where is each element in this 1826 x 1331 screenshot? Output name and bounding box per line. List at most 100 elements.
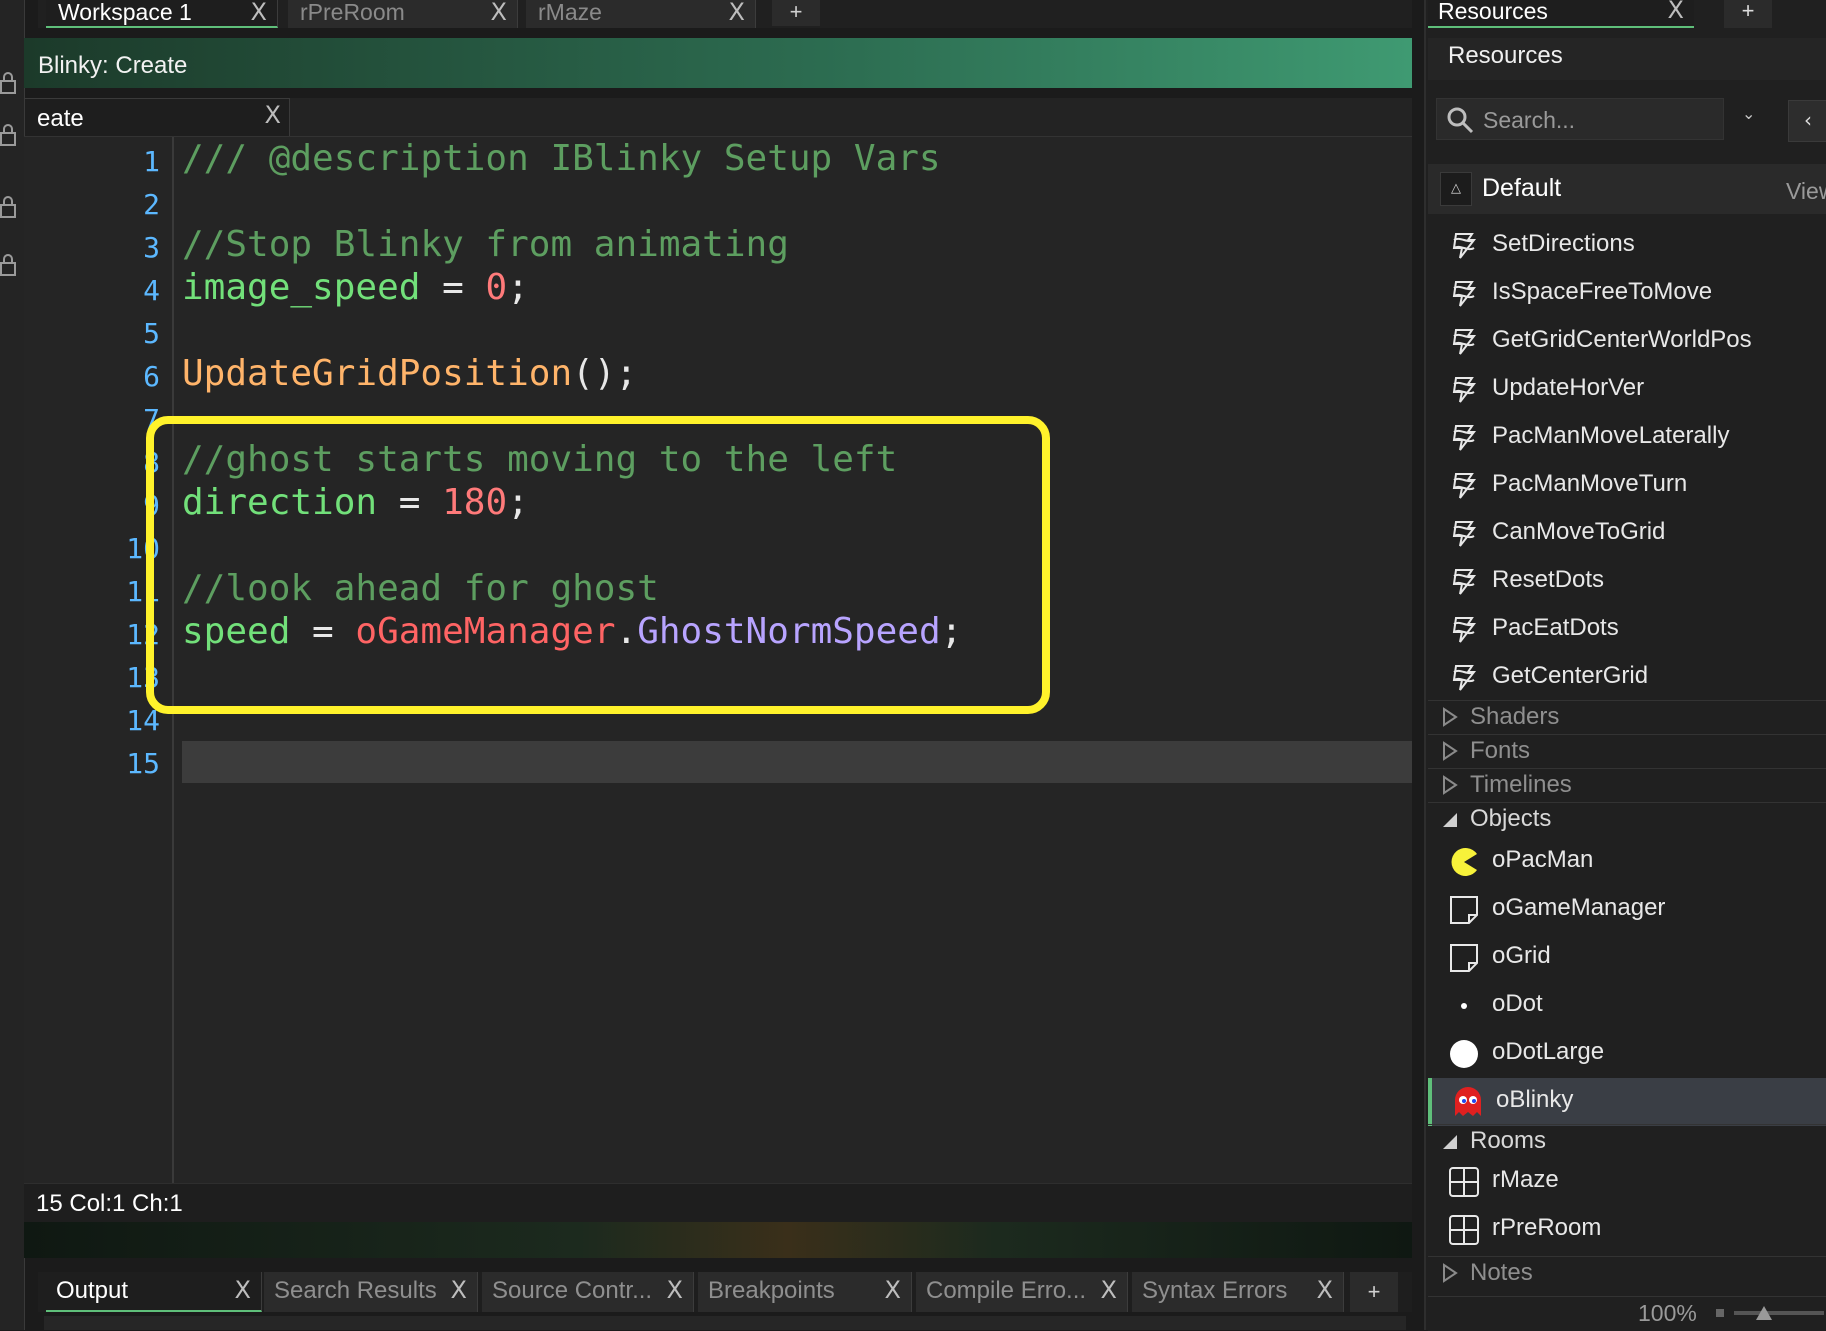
- close-icon[interactable]: X: [235, 1278, 251, 1302]
- resource-name: rPreRoom: [1492, 1214, 1602, 1241]
- resource-folder[interactable]: Notes: [1428, 1256, 1826, 1290]
- code-function: UpdateGridPosition: [182, 353, 573, 394]
- tab-label: Compile Erro...: [926, 1277, 1087, 1304]
- close-icon[interactable]: X: [729, 0, 745, 24]
- room-icon: [1448, 1166, 1480, 1198]
- annotation-highlight-box: [146, 416, 1050, 714]
- folder-name: Fonts: [1470, 737, 1531, 764]
- resource-name: GetGridCenterWorldPos: [1492, 326, 1752, 353]
- line-number: 2: [143, 188, 160, 221]
- close-icon[interactable]: X: [251, 0, 267, 24]
- tab-search-results[interactable]: Search Results X: [264, 1272, 478, 1312]
- tab-resources[interactable]: Resources X: [1428, 0, 1694, 28]
- resource-item[interactable]: GetGridCenterWorldPos: [1428, 318, 1826, 366]
- resource-folder[interactable]: Objects: [1428, 802, 1826, 836]
- resource-item[interactable]: oGrid: [1428, 934, 1826, 982]
- resource-item[interactable]: GetCenterGrid: [1428, 654, 1826, 702]
- resource-name: GetCenterGrid: [1492, 662, 1649, 689]
- resource-name: IsSpaceFreeToMove: [1492, 278, 1713, 305]
- collapse-panel-button[interactable]: ‹: [1788, 100, 1826, 142]
- resource-item[interactable]: ResetDots: [1428, 558, 1826, 606]
- object-editor-title-bar[interactable]: Blinky: Create: [24, 38, 1412, 88]
- close-icon[interactable]: X: [1317, 1278, 1333, 1302]
- tab-create-event[interactable]: eate X: [24, 98, 290, 136]
- panel-splitter[interactable]: [24, 1222, 1412, 1258]
- chevron-down-icon[interactable]: ⌄: [1742, 104, 1762, 134]
- tab-source-control[interactable]: Source Contr... X: [482, 1272, 694, 1312]
- line-number: 15: [126, 747, 160, 780]
- group-options-icon[interactable]: △: [1440, 172, 1472, 206]
- tab-compile-errors[interactable]: Compile Erro... X: [916, 1272, 1128, 1312]
- code-comment: /// @description IBlinky Setup Vars: [182, 138, 941, 179]
- panel-title: Resources: [1448, 42, 1563, 69]
- resource-item[interactable]: UpdateHorVer: [1428, 366, 1826, 414]
- resource-folder[interactable]: Timelines: [1428, 768, 1826, 802]
- lock-icon[interactable]: [0, 196, 16, 218]
- resource-item[interactable]: oPacMan: [1428, 838, 1826, 886]
- tab-output[interactable]: Output X: [46, 1272, 262, 1312]
- code-punctuation: ;: [507, 267, 529, 308]
- close-icon[interactable]: X: [667, 1278, 683, 1302]
- add-tab-button[interactable]: +: [1350, 1272, 1398, 1312]
- close-icon[interactable]: X: [491, 0, 507, 24]
- collapsed-triangle-icon[interactable]: [1442, 707, 1458, 727]
- resource-item[interactable]: CanMoveToGrid: [1428, 510, 1826, 558]
- cursor-position: 15 Col:1 Ch:1: [36, 1190, 183, 1217]
- collapsed-triangle-icon[interactable]: [1442, 741, 1458, 761]
- search-input[interactable]: Search...: [1436, 98, 1724, 140]
- resource-item[interactable]: PacManMoveLaterally: [1428, 414, 1826, 462]
- script-icon: [1448, 230, 1480, 262]
- close-icon[interactable]: X: [265, 103, 281, 127]
- tab-rpreroom[interactable]: rPreRoom X: [288, 0, 518, 28]
- resource-item[interactable]: oDotLarge: [1428, 1030, 1826, 1078]
- object-icon: [1448, 942, 1480, 974]
- resource-name: ResetDots: [1492, 566, 1605, 593]
- tab-breakpoints[interactable]: Breakpoints X: [698, 1272, 912, 1312]
- code-variable: image_speed: [182, 267, 421, 308]
- script-icon: [1448, 566, 1480, 598]
- resource-item[interactable]: rPreRoom: [1428, 1206, 1826, 1254]
- tab-rmaze[interactable]: rMaze X: [526, 0, 756, 28]
- resource-item[interactable]: oGameManager: [1428, 886, 1826, 934]
- expanded-triangle-icon[interactable]: [1442, 1131, 1458, 1151]
- resource-name: SetDirections: [1492, 230, 1635, 257]
- script-icon: [1448, 518, 1480, 550]
- lock-icon[interactable]: [0, 72, 16, 94]
- close-icon[interactable]: X: [1101, 1278, 1117, 1302]
- resource-item[interactable]: SetDirections: [1428, 222, 1826, 270]
- resource-name: oDot: [1492, 990, 1543, 1017]
- lock-icon[interactable]: [0, 254, 16, 276]
- add-tab-button[interactable]: +: [1724, 0, 1772, 28]
- lock-icon[interactable]: [0, 124, 16, 146]
- resource-item[interactable]: PacEatDots: [1428, 606, 1826, 654]
- resource-item[interactable]: rMaze: [1428, 1158, 1826, 1206]
- expanded-triangle-icon[interactable]: [1442, 809, 1458, 829]
- script-icon: [1448, 326, 1480, 358]
- close-icon[interactable]: X: [451, 1278, 467, 1302]
- code-line-1: /// @description IBlinky Setup Vars: [182, 138, 941, 180]
- resource-folder[interactable]: Fonts: [1428, 734, 1826, 768]
- resource-item[interactable]: oBlinky: [1428, 1078, 1826, 1126]
- resource-folder[interactable]: Shaders: [1428, 700, 1826, 734]
- add-tab-button[interactable]: +: [772, 0, 820, 26]
- room-icon: [1448, 1214, 1480, 1246]
- folder-name: Objects: [1470, 805, 1552, 832]
- resource-item[interactable]: oDot: [1428, 982, 1826, 1030]
- view-button[interactable]: View: [1786, 178, 1826, 205]
- resource-name: rMaze: [1492, 1166, 1559, 1193]
- close-icon[interactable]: X: [885, 1278, 901, 1302]
- collapsed-triangle-icon[interactable]: [1442, 775, 1458, 795]
- close-icon[interactable]: X: [1668, 0, 1684, 22]
- zoom-slider[interactable]: [1716, 1306, 1826, 1320]
- tab-workspace-1[interactable]: Workspace 1 X: [46, 0, 278, 28]
- group-label: Default: [1482, 174, 1562, 202]
- script-icon: [1448, 662, 1480, 694]
- resource-item[interactable]: PacManMoveTurn: [1428, 462, 1826, 510]
- resource-name: oDotLarge: [1492, 1038, 1605, 1065]
- tab-label: Workspace 1: [58, 0, 192, 25]
- resource-item[interactable]: IsSpaceFreeToMove: [1428, 270, 1826, 318]
- collapsed-triangle-icon[interactable]: [1442, 1263, 1458, 1283]
- script-icon: [1448, 422, 1480, 454]
- tab-syntax-errors[interactable]: Syntax Errors X: [1132, 1272, 1344, 1312]
- resource-folder[interactable]: Rooms: [1428, 1124, 1826, 1158]
